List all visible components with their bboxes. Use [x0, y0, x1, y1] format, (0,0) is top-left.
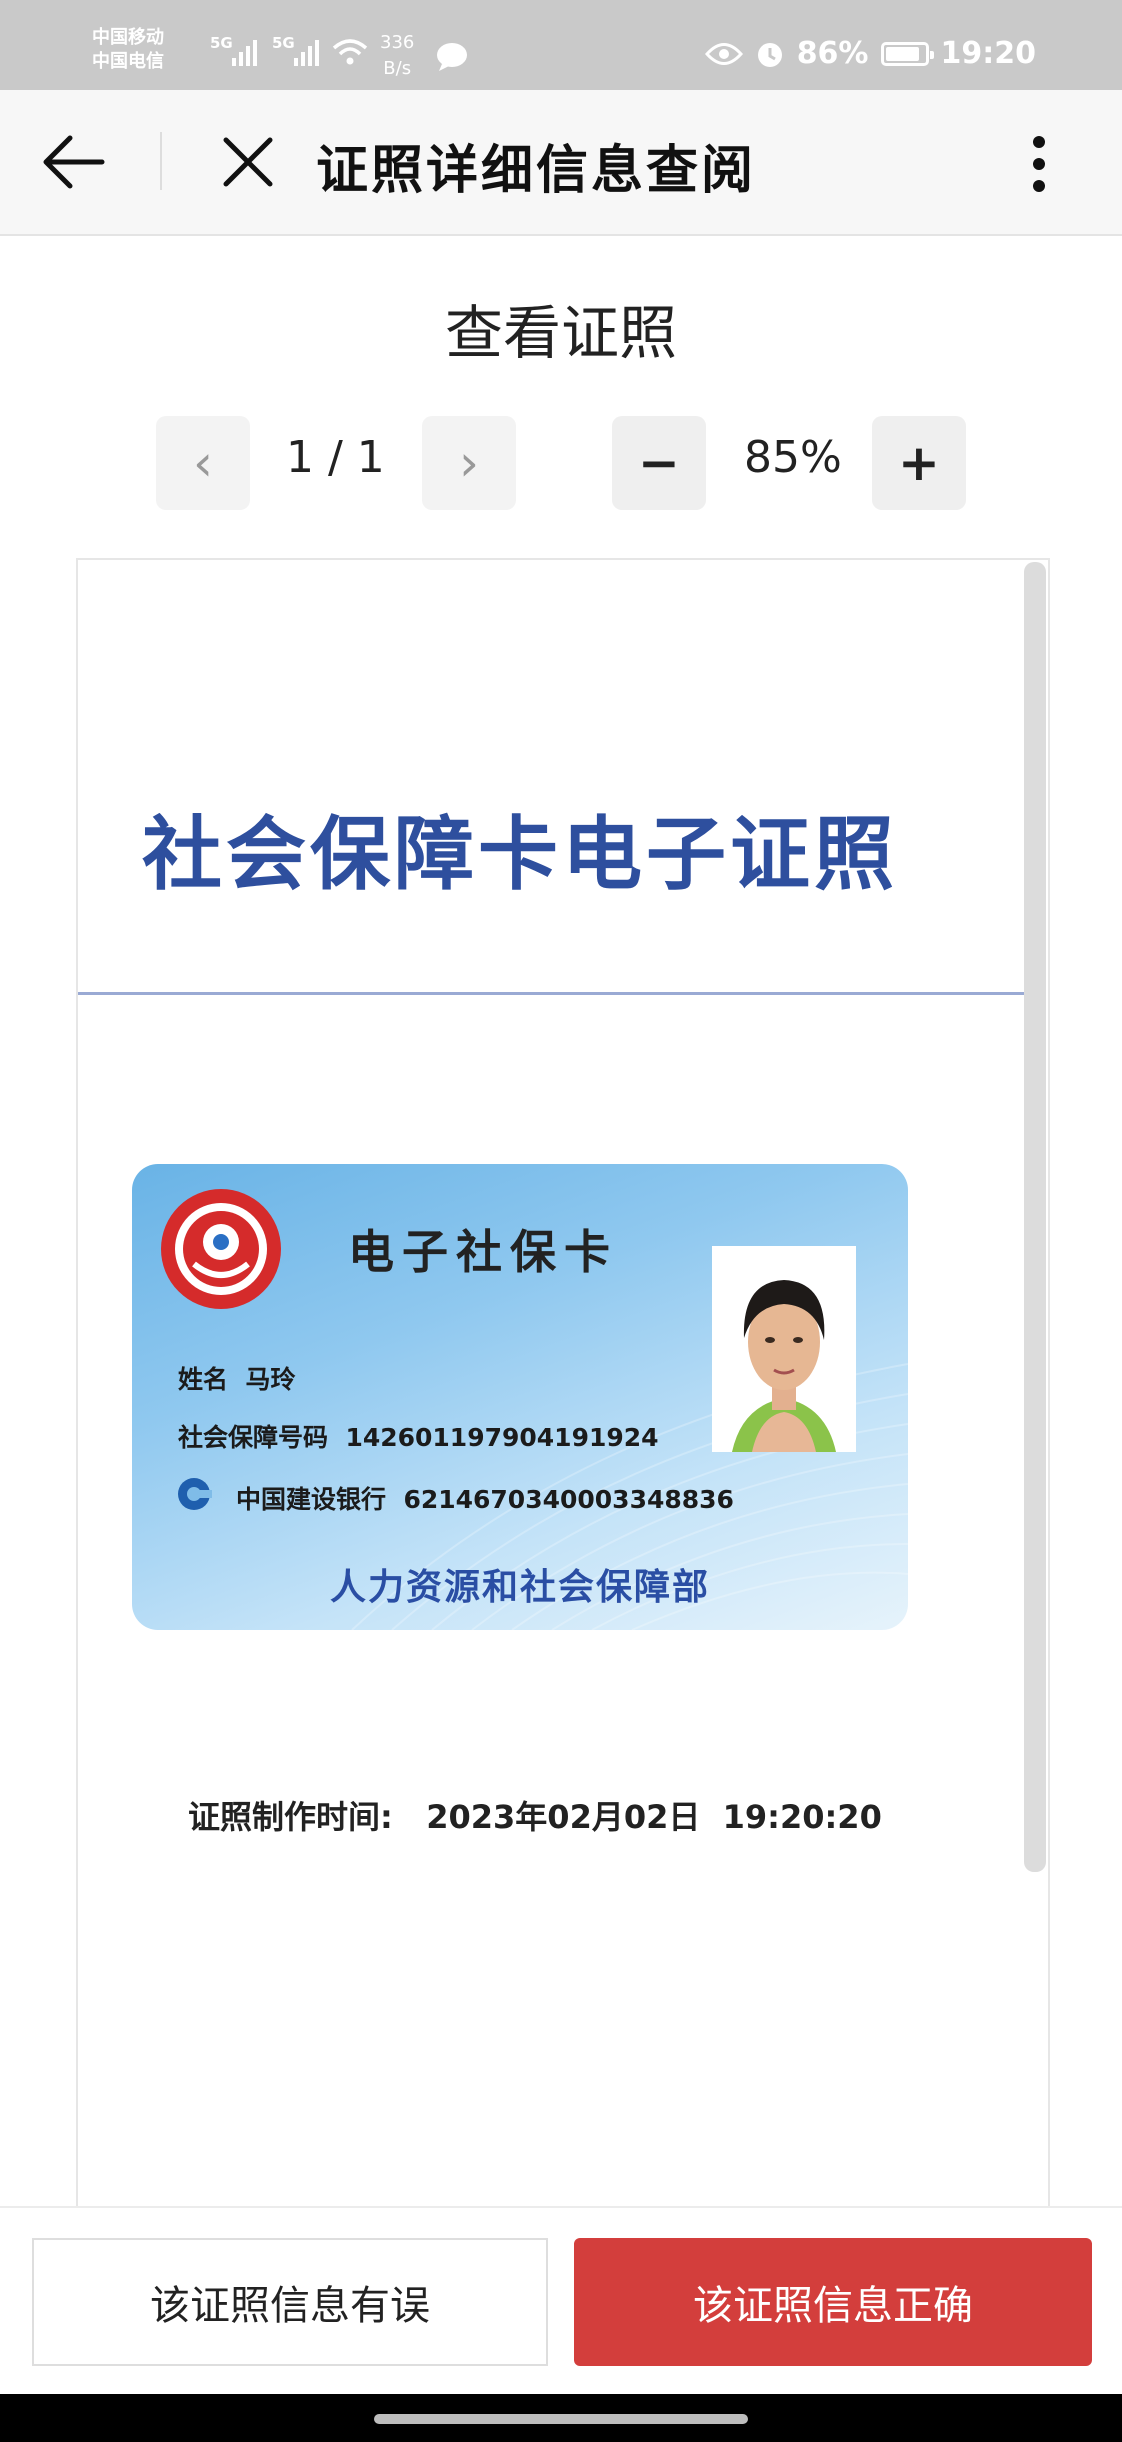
- speed-value: 336: [380, 32, 415, 53]
- viewer-title: 查看证照: [444, 299, 677, 367]
- close-icon[interactable]: [218, 132, 278, 192]
- made-time-row: 证照制作时间: 2023年02月02日 19:20:20: [188, 1792, 882, 1838]
- zoom-out-button[interactable]: −: [612, 416, 706, 510]
- next-page-button[interactable]: ›: [422, 416, 516, 510]
- bank-name: 中国建设银行: [236, 1485, 387, 1514]
- card-issuer: 人力资源和社会保障部: [329, 1567, 710, 1608]
- made-time-label: 证照制作时间:: [188, 1798, 393, 1836]
- bank-row: 中国建设银行 6214670340003348836: [236, 1480, 734, 1516]
- gesture-bar: [0, 2394, 1122, 2442]
- network-type-2: 5G: [272, 34, 295, 52]
- carrier-block: 中国移动 中国电信: [92, 26, 164, 74]
- top-nav-bar: 证照详细信息查阅: [0, 90, 1122, 236]
- back-arrow-icon[interactable]: [40, 132, 108, 192]
- signal-icon: [294, 36, 319, 66]
- info-correct-button[interactable]: 该证照信息正确: [574, 2238, 1092, 2366]
- document-heading: 社会保障卡电子证照: [142, 808, 898, 901]
- network-type-1: 5G: [210, 34, 233, 52]
- clock: 19:20: [940, 36, 1037, 71]
- battery-percent: 86%: [796, 36, 869, 71]
- zoom-in-button[interactable]: +: [872, 416, 966, 510]
- zoom-level: 85%: [744, 432, 842, 483]
- document-scrollbar[interactable]: [1024, 562, 1046, 1872]
- home-indicator[interactable]: [374, 2414, 748, 2424]
- chat-bubble-icon: [437, 43, 467, 71]
- speed-unit: B/s: [383, 58, 412, 79]
- info-incorrect-button[interactable]: 该证照信息有误: [32, 2238, 548, 2366]
- heading-divider: [78, 992, 1024, 995]
- signal-icon: [232, 36, 257, 66]
- status-bar: 中国移动 中国电信 5G 5G 336 B/s 86% 19:20: [0, 0, 1122, 90]
- wifi-icon: [332, 39, 368, 65]
- card-title: 电子社保卡: [348, 1225, 618, 1279]
- prev-page-button[interactable]: ‹: [156, 416, 250, 510]
- carrier-1: 中国移动: [92, 27, 164, 48]
- bank-number: 6214670340003348836: [403, 1485, 734, 1514]
- status-right: 86% 19:20: [704, 36, 1037, 71]
- carrier-2: 中国电信: [92, 51, 164, 72]
- action-bar: 该证照信息有误 该证照信息正确: [0, 2206, 1122, 2396]
- page-title: 证照详细信息查阅: [316, 140, 757, 201]
- battery-icon: [880, 41, 934, 66]
- made-time-value: 2023年02月02日 19:20:20: [426, 1798, 882, 1836]
- eye-icon: [704, 42, 743, 65]
- social-security-card: 电子社保卡 姓名 马玲 社会保障号码 142601197904191924 中国…: [132, 1164, 908, 1630]
- nav-divider: [160, 132, 162, 190]
- name-value: 马玲: [245, 1365, 296, 1394]
- ssn-label: 社会保障号码: [178, 1423, 329, 1452]
- page-indicator: 1 / 1: [286, 432, 385, 483]
- ssn-value: 142601197904191924: [345, 1423, 659, 1452]
- network-speed: 336 B/s: [380, 30, 414, 82]
- ssn-row: 社会保障号码 142601197904191924: [178, 1418, 659, 1454]
- holder-name-row: 姓名 马玲: [178, 1360, 295, 1396]
- more-options-icon[interactable]: [1030, 134, 1048, 194]
- ccb-bank-logo-icon: [178, 1478, 212, 1510]
- holder-photo: [712, 1246, 856, 1452]
- social-security-seal: [161, 1189, 281, 1309]
- alarm-icon: [757, 42, 782, 67]
- name-label: 姓名: [178, 1365, 229, 1394]
- document-viewer[interactable]: 社会保障卡电子证照 电子社保卡 姓名 马玲 社会保障号码 14260119790…: [76, 558, 1050, 2212]
